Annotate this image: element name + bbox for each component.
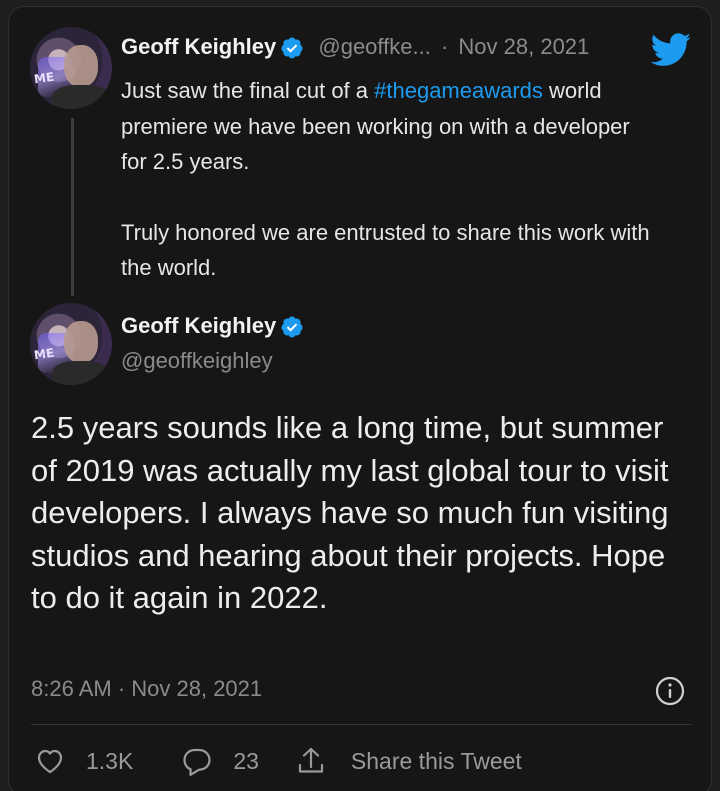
reply-count: 23 (233, 747, 259, 774)
thread-tweet-text: Just saw the final cut of a #thegameawar… (121, 73, 661, 286)
avatar[interactable]: ME (30, 303, 112, 385)
hashtag-link[interactable]: #thegameawards (374, 78, 543, 103)
avatar-shirt (52, 85, 110, 109)
verified-badge-icon (281, 37, 303, 59)
avatar-face (64, 321, 98, 363)
reply-button[interactable]: 23 (181, 745, 259, 777)
tweet-date[interactable]: Nov 28, 2021 (458, 34, 589, 59)
action-bar: 1.3K 23 Share this Tweet (34, 742, 522, 780)
dot-separator: · (440, 34, 449, 59)
avatar[interactable]: ME (30, 27, 112, 109)
share-button[interactable]: Share this Tweet (295, 745, 522, 777)
author-handle[interactable]: @geoffke... (318, 34, 430, 59)
tweet-timestamp[interactable]: 8:26 AM · Nov 28, 2021 (31, 676, 262, 702)
main-tweet-author: Geoff Keighley (121, 313, 304, 339)
verified-badge-icon (281, 316, 303, 338)
divider (31, 724, 691, 725)
text-fragment: Just saw the final cut of a (121, 78, 375, 103)
avatar-sign: ME (33, 69, 56, 87)
author-name[interactable]: Geoff Keighley (121, 34, 276, 59)
thread-connector-line (71, 118, 74, 296)
author-name[interactable]: Geoff Keighley (121, 313, 276, 338)
author-handle[interactable]: @geoffkeighley (121, 348, 273, 374)
like-button[interactable]: 1.3K (34, 745, 133, 777)
avatar-shirt (52, 361, 110, 385)
avatar-sign: ME (33, 345, 56, 363)
comment-icon (183, 748, 211, 776)
thread-tweet-header: Geoff Keighley @geoffke... · Nov 28, 202… (121, 34, 589, 60)
share-label: Share this Tweet (350, 747, 522, 774)
heart-icon (37, 749, 63, 774)
info-icon[interactable] (654, 675, 686, 707)
thread-tweet-paragraph-2: Truly honored we are entrusted to share … (121, 219, 650, 281)
avatar-face (64, 45, 98, 87)
twitter-bird-icon[interactable] (650, 33, 692, 67)
main-tweet-text: 2.5 years sounds like a long time, but s… (31, 410, 669, 615)
like-count: 1.3K (86, 747, 134, 774)
share-icon (298, 747, 324, 773)
thread-tweet-paragraph-1: Just saw the final cut of a #thegameawar… (121, 73, 661, 180)
